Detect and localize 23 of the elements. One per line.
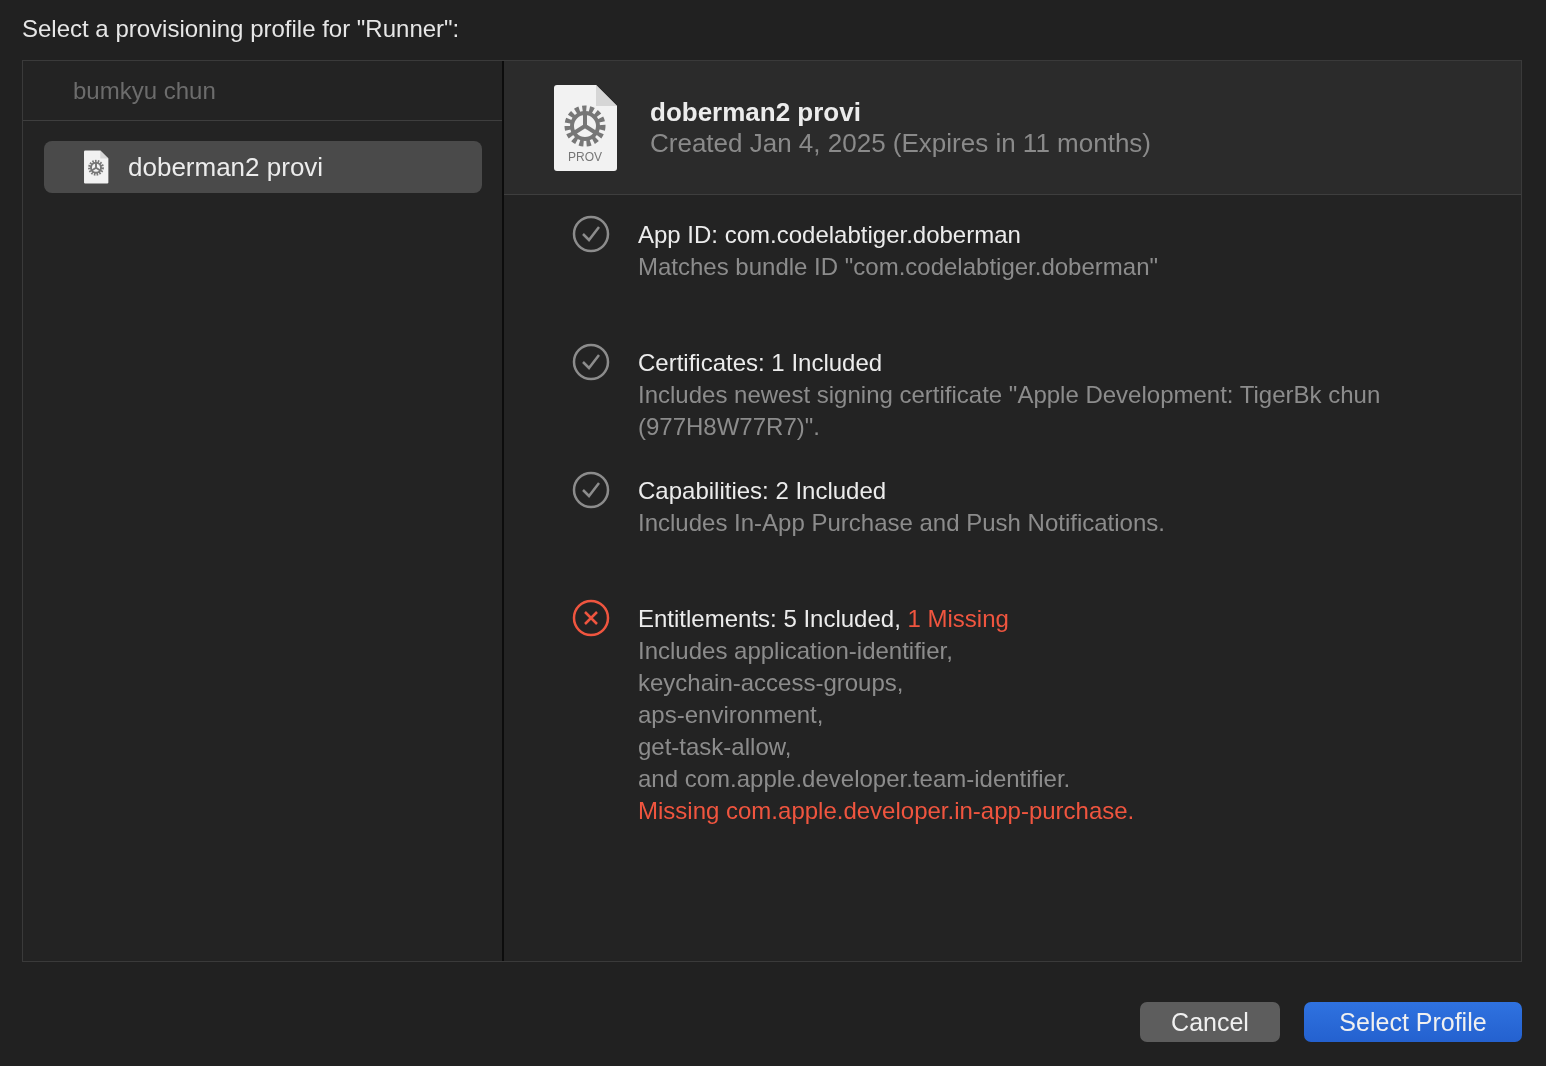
dialog-title: Select a provisioning profile for "Runner":	[22, 14, 461, 44]
check-detail: keychain-access-groups,	[638, 668, 905, 698]
profile-dates: Created Jan 4, 2025 (Expires in 11 months)	[650, 126, 1151, 159]
check-title: App ID: com.codelabtiger.doberman	[638, 220, 1022, 250]
select-profile-button[interactable]: Select Profile	[1304, 1002, 1522, 1042]
cancel-button[interactable]: Cancel	[1140, 1002, 1280, 1042]
team-name: bumkyu chun	[23, 61, 502, 121]
check-detail: and com.apple.developer.team-identifier.	[638, 764, 1072, 794]
profile-name: doberman2 provi	[650, 96, 862, 127]
check-detail: Matches bundle ID "com.codelabtiger.doberman"	[638, 252, 1159, 282]
check-detail: Includes newest signing certificate "Apple Development: TigerBk chun (977H8W77R7)".	[638, 380, 1382, 442]
check-title: Certificates: 1 Included	[638, 348, 884, 378]
check-title: Entitlements: 5 Included, 1 Missing	[638, 604, 1010, 634]
missing-note: Missing com.apple.developer.in-app-purchase.	[638, 796, 1136, 826]
profile-list-item[interactable]: doberman2 provi	[44, 141, 482, 193]
check-detail: Includes application-identifier,	[638, 636, 954, 666]
check-detail: aps-environment,	[638, 700, 825, 730]
check-detail: Includes In-App Purchase and Push Notifications.	[638, 508, 1166, 538]
check-title: Capabilities: 2 Included	[638, 476, 888, 506]
profile-file-icon	[82, 150, 110, 184]
check-detail: get-task-allow,	[638, 732, 793, 762]
profile-file-icon: PROV	[552, 83, 618, 172]
profile-item-label: doberman2 provi	[128, 151, 324, 183]
